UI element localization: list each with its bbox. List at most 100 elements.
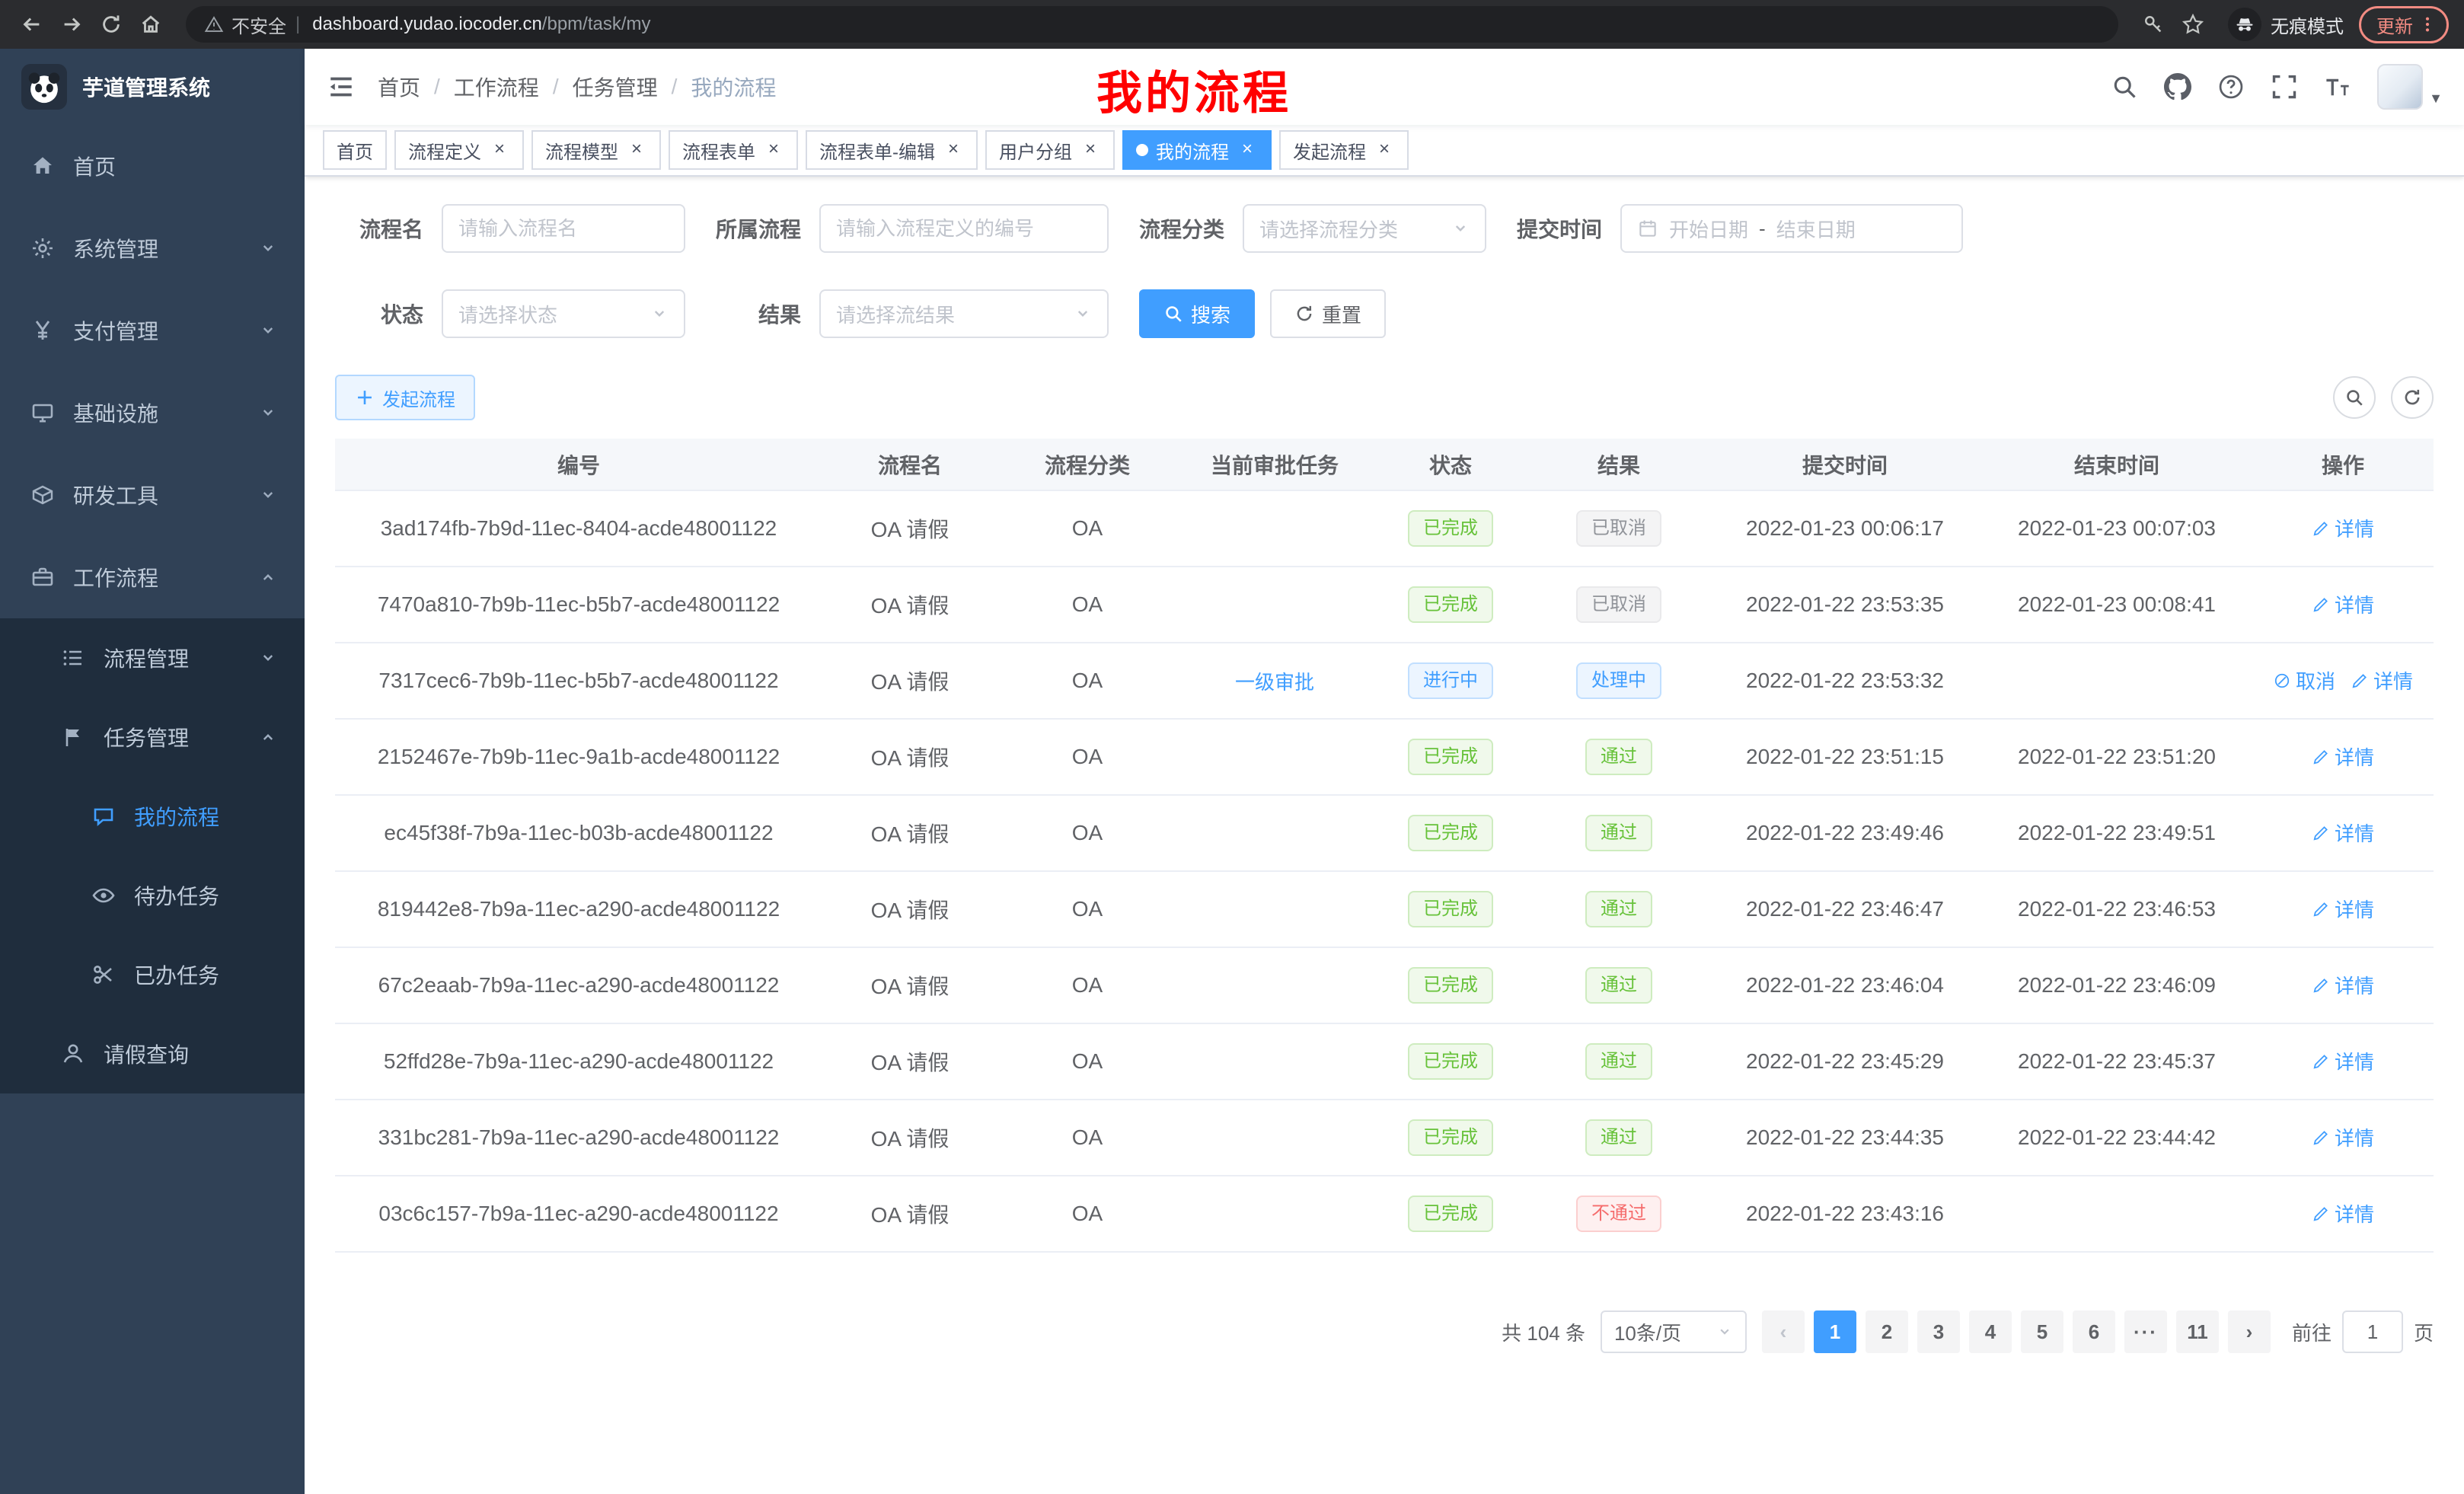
detail-link[interactable]: 详情 (2312, 590, 2374, 618)
task-link[interactable]: 一级审批 (1235, 667, 1314, 695)
sidebar-item-my-process[interactable]: 我的流程 (0, 777, 305, 856)
address-bar[interactable]: 不安全 | dashboard.yudao.iocoder.cn /bpm/ta… (186, 6, 2118, 43)
sidebar-item-done-tasks[interactable]: 已办任务 (0, 935, 305, 1014)
tab-home[interactable]: 首页 (323, 130, 387, 170)
search-icon[interactable] (2111, 73, 2138, 101)
sidebar-item-task-management[interactable]: 任务管理 (0, 698, 305, 777)
reload-icon[interactable] (91, 5, 131, 44)
cancel-link[interactable]: 取消 (2273, 666, 2335, 694)
sidebar-item-process-management[interactable]: 流程管理 (0, 618, 305, 698)
detail-link[interactable]: 详情 (2312, 971, 2374, 999)
detail-link[interactable]: 详情 (2312, 1199, 2374, 1227)
close-icon[interactable]: × (1080, 139, 1101, 161)
back-icon[interactable] (12, 5, 52, 44)
breadcrumb-item[interactable]: 任务管理 (573, 72, 658, 102)
cell-end-time: 2022-01-22 23:46:09 (1981, 947, 2252, 1023)
detail-link[interactable]: 详情 (2351, 666, 2413, 694)
breadcrumb-separator: / (434, 75, 440, 99)
process-name-input[interactable] (442, 204, 685, 253)
sidebar-item-payment-management[interactable]: 支付管理 (0, 289, 305, 372)
result-select[interactable]: 请选择流结果 (819, 289, 1109, 338)
detail-link[interactable]: 详情 (2312, 742, 2374, 771)
fullscreen-icon[interactable] (2271, 73, 2298, 101)
page-3-button[interactable]: 3 (1917, 1310, 1960, 1353)
screen: 不安全 | dashboard.yudao.iocoder.cn /bpm/ta… (0, 0, 2464, 1494)
tab-process-model[interactable]: 流程模型× (531, 130, 661, 170)
update-button[interactable]: 更新 (2359, 6, 2449, 43)
refresh-table-button[interactable] (2391, 376, 2434, 419)
bookmark-star-icon[interactable] (2173, 5, 2213, 44)
tab-process-definition[interactable]: 流程定义× (394, 130, 524, 170)
header-end_time: 结束时间 (1981, 439, 2252, 490)
close-icon[interactable]: × (489, 139, 510, 161)
sidebar-item-system-management[interactable]: 系统管理 (0, 207, 305, 289)
font-size-icon[interactable] (2324, 73, 2351, 101)
page-size-select[interactable]: 10条/页 (1601, 1310, 1747, 1353)
sidebar-item-infrastructure[interactable]: 基础设施 (0, 372, 305, 454)
close-icon[interactable]: × (626, 139, 647, 161)
search-button[interactable]: 搜索 (1139, 289, 1255, 338)
key-icon[interactable] (2134, 5, 2173, 44)
breadcrumb-item[interactable]: 工作流程 (454, 72, 539, 102)
close-icon[interactable]: × (1374, 139, 1395, 161)
goto-page-input[interactable] (2342, 1310, 2403, 1353)
next-page-button[interactable]: › (2228, 1310, 2271, 1353)
tab-user-group[interactable]: 用户分组× (985, 130, 1115, 170)
page-6-button[interactable]: 6 (2073, 1310, 2115, 1353)
edit-icon (2351, 672, 2369, 690)
tab-my-process[interactable]: 我的流程× (1122, 130, 1272, 170)
close-icon[interactable]: × (763, 139, 784, 161)
cell-submit-time: 2022-01-23 00:06:17 (1709, 490, 1981, 567)
toggle-search-button[interactable] (2333, 376, 2376, 419)
sidebar-item-todo-tasks[interactable]: 待办任务 (0, 856, 305, 935)
page-11-button[interactable]: 11 (2176, 1310, 2219, 1353)
detail-link[interactable]: 详情 (2312, 895, 2374, 923)
status-select[interactable]: 请选择状态 (442, 289, 685, 338)
close-icon[interactable]: × (1237, 139, 1258, 161)
hamburger-icon[interactable] (326, 72, 356, 102)
sidebar-item-dev-tools[interactable]: 研发工具 (0, 454, 305, 536)
logo[interactable]: 芋道管理系统 (0, 49, 305, 125)
filter-item-process-category: 流程分类请选择流程分类 (1139, 204, 1486, 253)
status-label: 状态 (335, 298, 442, 329)
detail-link[interactable]: 详情 (2312, 1123, 2374, 1151)
github-icon[interactable] (2164, 73, 2191, 101)
tab-process-form[interactable]: 流程表单× (669, 130, 798, 170)
close-icon[interactable]: × (943, 139, 964, 161)
create-process-button[interactable]: 发起流程 (335, 375, 475, 420)
url-host: dashboard.yudao.iocoder.cn (312, 14, 542, 35)
security-label[interactable]: 不安全 (231, 11, 286, 38)
submit-time-daterange[interactable]: 开始日期-结束日期 (1620, 204, 1963, 253)
page-2-button[interactable]: 2 (1866, 1310, 1908, 1353)
detail-link[interactable]: 详情 (2312, 819, 2374, 847)
table-row: 331bc281-7b9a-11ec-a290-acde48001122OA 请… (335, 1100, 2434, 1176)
cell-status: 已完成 (1372, 1176, 1529, 1252)
help-icon[interactable] (2217, 73, 2245, 101)
sidebar-item-leave-query[interactable]: 请假查询 (0, 1014, 305, 1093)
process-definition-input[interactable] (819, 204, 1109, 253)
sidebar-item-workflow[interactable]: 工作流程 (0, 536, 305, 618)
prev-page-button[interactable]: ‹ (1762, 1310, 1805, 1353)
status-tag: 已完成 (1408, 739, 1493, 775)
cell-submit-time: 2022-01-22 23:43:16 (1709, 1176, 1981, 1252)
pagination: 共 104 条 10条/页 ‹123456···11› 前往 页 (335, 1310, 2434, 1353)
user-menu[interactable]: ▼ (2377, 64, 2443, 110)
page-4-button[interactable]: 4 (1969, 1310, 2012, 1353)
reset-button[interactable]: 重置 (1270, 289, 1386, 338)
chevron-down-icon (1074, 305, 1092, 323)
incognito-chip[interactable]: 无痕模式 (2228, 8, 2344, 41)
cell-result: 处理中 (1529, 643, 1709, 719)
home-icon[interactable] (131, 5, 171, 44)
process-category-select[interactable]: 请选择流程分类 (1243, 204, 1486, 253)
page-5-button[interactable]: 5 (2021, 1310, 2063, 1353)
detail-link[interactable]: 详情 (2312, 514, 2374, 542)
more-pages-button[interactable]: ··· (2124, 1310, 2167, 1353)
sidebar-item-home[interactable]: 首页 (0, 125, 305, 207)
forward-icon[interactable] (52, 5, 91, 44)
cell-status: 已完成 (1372, 719, 1529, 795)
detail-link[interactable]: 详情 (2312, 1047, 2374, 1075)
tab-process-form-edit[interactable]: 流程表单-编辑× (806, 130, 978, 170)
page-1-button[interactable]: 1 (1814, 1310, 1856, 1353)
breadcrumb-item[interactable]: 首页 (378, 72, 420, 102)
tab-initiate-process[interactable]: 发起流程× (1279, 130, 1409, 170)
